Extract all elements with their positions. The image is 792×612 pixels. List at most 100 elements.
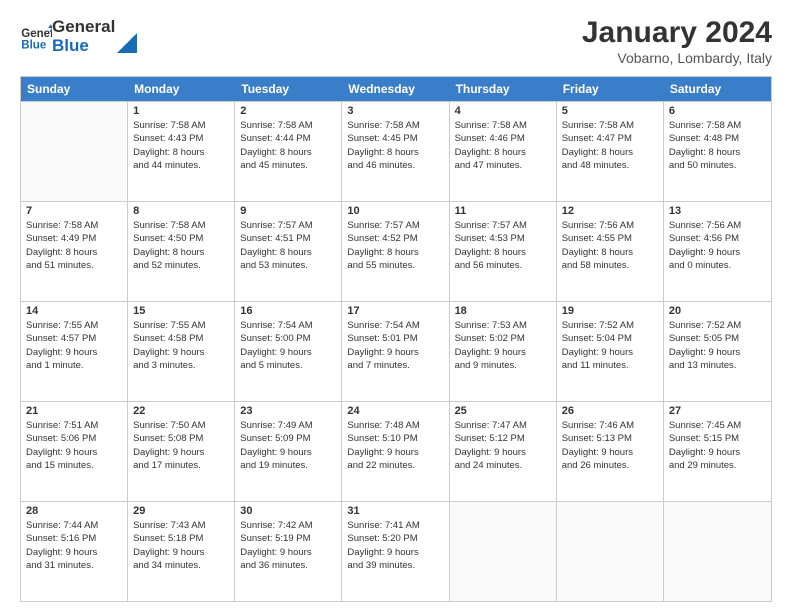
calendar-cell: 25 Sunrise: 7:47 AM Sunset: 5:12 PM Dayli… [450, 402, 557, 501]
cell-info: Sunrise: 7:53 AM Sunset: 5:02 PM Dayligh… [455, 319, 551, 372]
cell-info: Sunrise: 7:45 AM Sunset: 5:15 PM Dayligh… [669, 419, 766, 472]
day-number: 19 [562, 305, 658, 317]
calendar-cell: 6 Sunrise: 7:58 AM Sunset: 4:48 PM Daylig… [664, 102, 771, 201]
day-number: 1 [133, 105, 229, 117]
title-area: January 2024 Vobarno, Lombardy, Italy [582, 16, 772, 66]
day-number: 22 [133, 405, 229, 417]
cell-info: Sunrise: 7:58 AM Sunset: 4:49 PM Dayligh… [26, 219, 122, 272]
day-number: 2 [240, 105, 336, 117]
cell-info: Sunrise: 7:57 AM Sunset: 4:53 PM Dayligh… [455, 219, 551, 272]
calendar-cell: 26Sunrise: 7:46 AM Sunset: 5:13 PM Dayli… [557, 402, 664, 501]
calendar-cell [450, 502, 557, 601]
cell-info: Sunrise: 7:48 AM Sunset: 5:10 PM Dayligh… [347, 419, 443, 472]
header: General Blue General Blue January 2024 V… [20, 16, 772, 66]
logo-triangle-icon [117, 33, 137, 53]
header-day-wednesday: Wednesday [342, 77, 449, 101]
day-number: 9 [240, 205, 336, 217]
day-number: 11 [455, 205, 551, 217]
cell-info: Sunrise: 7:56 AM Sunset: 4:56 PM Dayligh… [669, 219, 766, 272]
page: General Blue General Blue January 2024 V… [0, 0, 792, 612]
calendar-cell [557, 502, 664, 601]
cell-info: Sunrise: 7:58 AM Sunset: 4:47 PM Dayligh… [562, 119, 658, 172]
calendar-cell: 5 Sunrise: 7:58 AM Sunset: 4:47 PM Daylig… [557, 102, 664, 201]
cell-info: Sunrise: 7:55 AM Sunset: 4:58 PM Dayligh… [133, 319, 229, 372]
day-number: 6 [669, 105, 766, 117]
calendar-cell: 20 Sunrise: 7:52 AM Sunset: 5:05 PM Dayli… [664, 302, 771, 401]
logo: General Blue General Blue [20, 16, 137, 55]
calendar-cell: 17 Sunrise: 7:54 AM Sunset: 5:01 PM Dayli… [342, 302, 449, 401]
day-number: 18 [455, 305, 551, 317]
cell-info: Sunrise: 7:52 AM Sunset: 5:05 PM Dayligh… [669, 319, 766, 372]
day-number: 15 [133, 305, 229, 317]
calendar-cell: 31Sunrise: 7:41 AM Sunset: 5:20 PM Dayli… [342, 502, 449, 601]
calendar-cell: 14Sunrise: 7:55 AM Sunset: 4:57 PM Dayli… [21, 302, 128, 401]
calendar-cell: 11 Sunrise: 7:57 AM Sunset: 4:53 PM Dayli… [450, 202, 557, 301]
cell-info: Sunrise: 7:58 AM Sunset: 4:43 PM Dayligh… [133, 119, 229, 172]
cell-info: Sunrise: 7:54 AM Sunset: 5:00 PM Dayligh… [240, 319, 336, 372]
day-number: 17 [347, 305, 443, 317]
cell-info: Sunrise: 7:47 AM Sunset: 5:12 PM Dayligh… [455, 419, 551, 472]
calendar-cell [21, 102, 128, 201]
subtitle: Vobarno, Lombardy, Italy [582, 50, 772, 66]
calendar: SundayMondayTuesdayWednesdayThursdayFrid… [20, 76, 772, 602]
calendar-cell: 13 Sunrise: 7:56 AM Sunset: 4:56 PM Dayli… [664, 202, 771, 301]
calendar-cell: 7 Sunrise: 7:58 AM Sunset: 4:49 PM Daylig… [21, 202, 128, 301]
logo-icon: General Blue [20, 23, 52, 55]
calendar-cell: 28Sunrise: 7:44 AM Sunset: 5:16 PM Dayli… [21, 502, 128, 601]
day-number: 21 [26, 405, 122, 417]
day-number: 25 [455, 405, 551, 417]
cell-info: Sunrise: 7:57 AM Sunset: 4:51 PM Dayligh… [240, 219, 336, 272]
cell-info: Sunrise: 7:58 AM Sunset: 4:48 PM Dayligh… [669, 119, 766, 172]
calendar-cell: 12 Sunrise: 7:56 AM Sunset: 4:55 PM Dayli… [557, 202, 664, 301]
svg-text:Blue: Blue [21, 40, 47, 52]
day-number: 4 [455, 105, 551, 117]
day-number: 14 [26, 305, 122, 317]
calendar-header: SundayMondayTuesdayWednesdayThursdayFrid… [21, 77, 771, 101]
cell-info: Sunrise: 7:41 AM Sunset: 5:20 PM Dayligh… [347, 519, 443, 572]
day-number: 12 [562, 205, 658, 217]
cell-info: Sunrise: 7:58 AM Sunset: 4:50 PM Dayligh… [133, 219, 229, 272]
calendar-cell [664, 502, 771, 601]
day-number: 16 [240, 305, 336, 317]
calendar-cell: 24Sunrise: 7:48 AM Sunset: 5:10 PM Dayli… [342, 402, 449, 501]
cell-info: Sunrise: 7:50 AM Sunset: 5:08 PM Dayligh… [133, 419, 229, 472]
calendar-cell: 30Sunrise: 7:42 AM Sunset: 5:19 PM Dayli… [235, 502, 342, 601]
header-day-monday: Monday [128, 77, 235, 101]
day-number: 29 [133, 505, 229, 517]
header-day-sunday: Sunday [21, 77, 128, 101]
calendar-cell: 8 Sunrise: 7:58 AM Sunset: 4:50 PM Daylig… [128, 202, 235, 301]
cell-info: Sunrise: 7:44 AM Sunset: 5:16 PM Dayligh… [26, 519, 122, 572]
day-number: 20 [669, 305, 766, 317]
cell-info: Sunrise: 7:42 AM Sunset: 5:19 PM Dayligh… [240, 519, 336, 572]
day-number: 27 [669, 405, 766, 417]
calendar-cell: 21 Sunrise: 7:51 AM Sunset: 5:06 PM Dayli… [21, 402, 128, 501]
calendar-cell: 3Sunrise: 7:58 AM Sunset: 4:45 PM Daylig… [342, 102, 449, 201]
header-day-saturday: Saturday [664, 77, 771, 101]
calendar-cell: 10Sunrise: 7:57 AM Sunset: 4:52 PM Dayli… [342, 202, 449, 301]
calendar-cell: 16 Sunrise: 7:54 AM Sunset: 5:00 PM Dayli… [235, 302, 342, 401]
cell-info: Sunrise: 7:46 AM Sunset: 5:13 PM Dayligh… [562, 419, 658, 472]
day-number: 13 [669, 205, 766, 217]
header-day-thursday: Thursday [450, 77, 557, 101]
day-number: 5 [562, 105, 658, 117]
calendar-cell: 22 Sunrise: 7:50 AM Sunset: 5:08 PM Dayli… [128, 402, 235, 501]
day-number: 10 [347, 205, 443, 217]
calendar-cell: 19 Sunrise: 7:52 AM Sunset: 5:04 PM Dayli… [557, 302, 664, 401]
svg-text:General: General [21, 28, 52, 40]
calendar-cell: 1 Sunrise: 7:58 AM Sunset: 4:43 PM Daylig… [128, 102, 235, 201]
header-day-friday: Friday [557, 77, 664, 101]
cell-info: Sunrise: 7:56 AM Sunset: 4:55 PM Dayligh… [562, 219, 658, 272]
calendar-row-4: 21 Sunrise: 7:51 AM Sunset: 5:06 PM Dayli… [21, 401, 771, 501]
cell-info: Sunrise: 7:58 AM Sunset: 4:46 PM Dayligh… [455, 119, 551, 172]
day-number: 7 [26, 205, 122, 217]
calendar-cell: 18 Sunrise: 7:53 AM Sunset: 5:02 PM Dayli… [450, 302, 557, 401]
day-number: 8 [133, 205, 229, 217]
cell-info: Sunrise: 7:51 AM Sunset: 5:06 PM Dayligh… [26, 419, 122, 472]
logo-blue: Blue [52, 37, 115, 56]
cell-info: Sunrise: 7:52 AM Sunset: 5:04 PM Dayligh… [562, 319, 658, 372]
cell-info: Sunrise: 7:43 AM Sunset: 5:18 PM Dayligh… [133, 519, 229, 572]
calendar-row-2: 7 Sunrise: 7:58 AM Sunset: 4:49 PM Daylig… [21, 201, 771, 301]
cell-info: Sunrise: 7:54 AM Sunset: 5:01 PM Dayligh… [347, 319, 443, 372]
calendar-row-3: 14Sunrise: 7:55 AM Sunset: 4:57 PM Dayli… [21, 301, 771, 401]
main-title: January 2024 [582, 16, 772, 50]
